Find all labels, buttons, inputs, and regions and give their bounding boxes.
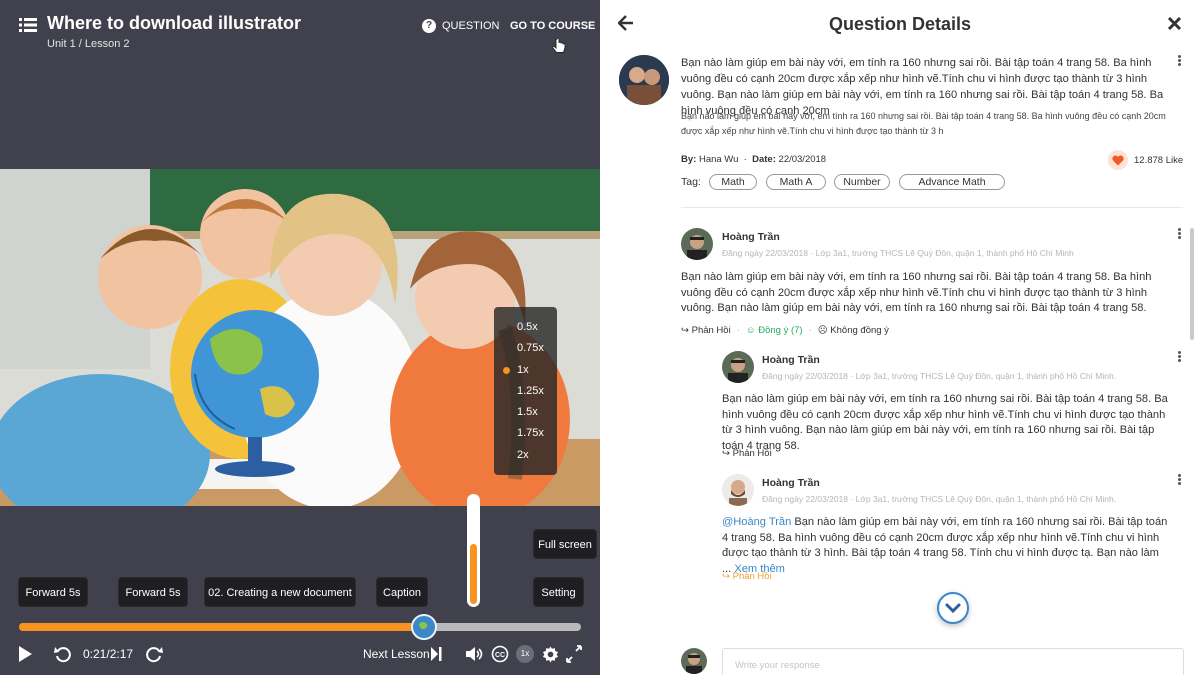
progress-fill bbox=[19, 623, 424, 631]
agree-button[interactable]: ☺ Đồng ý (7) bbox=[746, 325, 803, 336]
forward-5s-button-2[interactable]: Forward 5s bbox=[118, 577, 188, 607]
like-count: 12.878 Like bbox=[1134, 154, 1184, 166]
cursor-icon bbox=[552, 39, 566, 53]
reply-body: Bạn nào làm giúp em bài này với, em tính… bbox=[722, 393, 1168, 452]
question-more-icon[interactable] bbox=[1178, 55, 1181, 66]
reply-subtitle: Đăng ngày 22/03/2018 · Lớp 3a1, trường T… bbox=[762, 371, 1117, 381]
comment-author: Hoàng Trần bbox=[722, 231, 780, 243]
speed-option-1.5x[interactable]: 1.5x bbox=[494, 402, 557, 423]
comment-more-icon[interactable] bbox=[1178, 228, 1181, 239]
reply-avatar bbox=[722, 474, 754, 506]
section-divider bbox=[681, 207, 1183, 208]
tag-number[interactable]: Number bbox=[834, 174, 890, 190]
speed-option-0.5x[interactable]: 0.5x bbox=[494, 317, 557, 338]
time-display: 0:21/2:17 bbox=[83, 647, 134, 661]
tags-label: Tag: bbox=[681, 176, 701, 188]
reply-button[interactable]: ↪ Phản Hồi bbox=[722, 448, 772, 459]
reply-button[interactable]: ↪ Phản Hồi bbox=[722, 571, 772, 582]
current-user-avatar bbox=[681, 648, 707, 674]
reply-more-icon[interactable] bbox=[1178, 474, 1181, 485]
gear-icon[interactable] bbox=[542, 645, 559, 663]
speed-badge[interactable]: 1x bbox=[516, 645, 534, 663]
next-lesson-link[interactable]: Next Lesson bbox=[363, 647, 430, 661]
playback-speed-menu: 0.5x 0.75x 1x 1.25x 1.5x 1.75x 2x bbox=[494, 307, 557, 475]
comment-subtitle: Đăng ngày 22/03/2018 · Lớp 3a1, trường T… bbox=[722, 248, 1074, 258]
lesson-title: Where to download illustrator bbox=[47, 13, 302, 33]
disagree-button[interactable]: ☹ Không đồng ý bbox=[818, 325, 889, 336]
speed-option-1x[interactable]: 1x bbox=[494, 360, 557, 381]
tag-math[interactable]: Math bbox=[709, 174, 757, 190]
globe-thumbnail-icon bbox=[413, 617, 434, 637]
scroll-down-button[interactable] bbox=[937, 592, 969, 624]
mention-link[interactable]: @Hoàng Trần bbox=[722, 516, 791, 528]
question-body-excerpt: Bạn nào làm giúp em bài này với, em tính… bbox=[681, 111, 1166, 136]
question-date: 22/03/2018 bbox=[778, 154, 827, 165]
caption-button[interactable]: Caption bbox=[376, 577, 428, 607]
question-link[interactable]: ? QUESTION bbox=[422, 19, 499, 33]
panel-scrollbar[interactable] bbox=[1190, 228, 1194, 340]
forward-5s-button-1[interactable]: Forward 5s bbox=[18, 577, 88, 607]
reply-actions: ↪ Phản Hồi bbox=[722, 571, 772, 582]
speed-option-1.25x[interactable]: 1.25x bbox=[494, 381, 557, 402]
heart-icon bbox=[1108, 150, 1128, 170]
progress-bar[interactable] bbox=[19, 614, 581, 640]
like-button[interactable]: 12.878 Like bbox=[1108, 150, 1183, 170]
reply-author: Hoàng Trần bbox=[762, 477, 820, 489]
skip-next-icon[interactable] bbox=[430, 645, 442, 663]
full-screen-button[interactable]: Full screen bbox=[533, 529, 597, 559]
svg-text:CC: CC bbox=[495, 652, 505, 659]
chevron-down-icon bbox=[945, 603, 961, 614]
comment-body: Bạn nào làm giúp em bài này với, em tính… bbox=[681, 271, 1152, 314]
volume-slider[interactable] bbox=[467, 494, 480, 607]
panel-title: Question Details bbox=[828, 14, 972, 34]
tag-advance-math[interactable]: Advance Math bbox=[899, 174, 1005, 190]
volume-level-fill bbox=[470, 544, 477, 604]
response-input[interactable]: Write your response bbox=[722, 648, 1184, 675]
question-icon: ? bbox=[422, 19, 436, 33]
play-icon[interactable] bbox=[18, 645, 33, 663]
forward-icon[interactable] bbox=[145, 645, 163, 663]
question-link-label: QUESTION bbox=[442, 20, 500, 32]
reply-author: Hoàng Trần bbox=[762, 354, 820, 366]
reply-subtitle: Đăng ngày 22/03/2018 · Lớp 3a1, trường T… bbox=[762, 494, 1117, 504]
go-to-course-link[interactable]: GO TO COURSE bbox=[510, 20, 595, 32]
player-top-bar: Where to download illustrator Unit 1 / L… bbox=[0, 0, 600, 60]
fullscreen-icon[interactable] bbox=[566, 645, 582, 663]
cc-icon[interactable]: CC bbox=[491, 645, 509, 663]
breadcrumb: Unit 1 / Lesson 2 bbox=[47, 38, 130, 50]
reply-button[interactable]: ↪ Phản Hồi bbox=[681, 325, 731, 336]
speed-option-2x[interactable]: 2x bbox=[494, 445, 557, 466]
progress-thumb[interactable] bbox=[410, 614, 437, 640]
comment-actions: ↪ Phản Hồi · ☺ Đồng ý (7) · ☹ Không đồng… bbox=[681, 325, 889, 336]
reply-actions: ↪ Phản Hồi bbox=[722, 448, 772, 459]
question-meta: By: Hana Wu · Date: 22/03/2018 bbox=[681, 154, 827, 165]
question-author: Hana Wu bbox=[698, 154, 739, 165]
commenter-avatar bbox=[681, 228, 713, 260]
video-player: Where to download illustrator Unit 1 / L… bbox=[0, 0, 600, 675]
tag-math-a[interactable]: Math A bbox=[766, 174, 826, 190]
reply-body: @Hoàng Trần Bạn nào làm giúp em bài này … bbox=[722, 516, 1168, 575]
chapter-button[interactable]: 02. Creating a new document bbox=[204, 577, 356, 607]
volume-icon[interactable] bbox=[465, 645, 483, 663]
setting-button[interactable]: Setting bbox=[533, 577, 584, 607]
speed-option-0.75x[interactable]: 0.75x bbox=[494, 338, 557, 359]
speed-option-1.75x[interactable]: 1.75x bbox=[494, 423, 557, 444]
reply-avatar bbox=[722, 351, 754, 383]
reply-more-icon[interactable] bbox=[1178, 351, 1181, 362]
close-icon[interactable] bbox=[1167, 16, 1182, 31]
replay-icon[interactable] bbox=[54, 645, 72, 663]
menu-icon[interactable] bbox=[19, 17, 37, 33]
asker-avatar bbox=[619, 55, 669, 105]
